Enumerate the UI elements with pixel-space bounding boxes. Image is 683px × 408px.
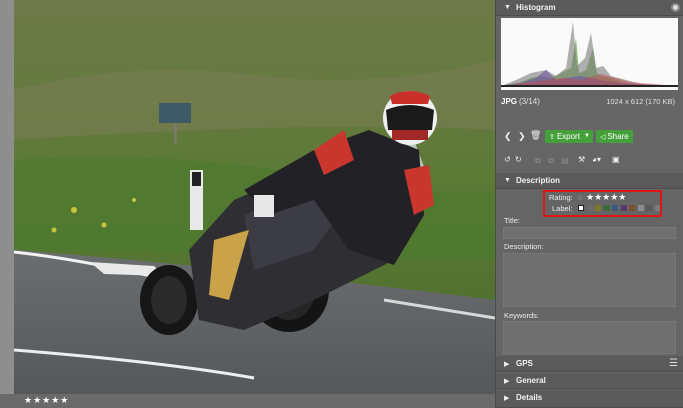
filmstrip-bar [0, 394, 495, 408]
keywords-field[interactable] [503, 321, 676, 354]
details-title: Details [516, 393, 543, 402]
tools-icon[interactable]: ⚒ [578, 155, 585, 165]
histogram-header[interactable]: ▼ Histogram [496, 0, 683, 16]
keywords-field-label: Keywords: [504, 311, 540, 320]
app-window: ★★★★★ ▼ Histogram JPG (3/14) 1024 x 612 … [0, 0, 683, 408]
export-icon: ⇪ [549, 134, 557, 141]
general-header[interactable]: ▶ General [496, 373, 683, 389]
description-title: Description [516, 176, 561, 185]
chevron-down-icon[interactable]: ▼ [584, 130, 590, 143]
gps-title: GPS [516, 359, 533, 368]
main-photo[interactable] [14, 0, 495, 394]
file-dimensions: 1024 x 612 (170 KB) [606, 97, 675, 106]
triangle-down-icon: ▼ [504, 4, 511, 11]
description-header[interactable]: ▼ Description [496, 173, 683, 189]
histogram-title: Histogram [516, 3, 556, 12]
description-field[interactable] [503, 253, 676, 307]
triangle-right-icon: ▶ [504, 378, 510, 385]
export-label: Export [556, 132, 580, 141]
histogram-settings-icon[interactable] [671, 3, 680, 12]
rotate-left-icon[interactable]: ↺ [504, 155, 511, 165]
clipboard-icon: ▤ [561, 156, 569, 165]
highlight-box [543, 190, 662, 217]
paste-icon: ⧉ [548, 156, 554, 165]
histogram-chart [501, 18, 678, 90]
trash-icon[interactable]: 🗑 [530, 130, 541, 140]
triangle-down-icon: ▼ [504, 177, 511, 184]
copy-icon: ⧉ [535, 156, 541, 165]
file-type: JPG [501, 97, 518, 106]
color-label-icon[interactable]: ◕▾ [592, 155, 601, 165]
export-button[interactable]: ⇪ Export ▼ [545, 130, 593, 143]
general-title: General [516, 376, 546, 385]
triangle-right-icon: ▶ [504, 395, 510, 402]
share-button[interactable]: ◁ Share [596, 130, 633, 143]
triangle-right-icon: ▶ [504, 361, 510, 368]
file-index: (3/14) [519, 97, 540, 106]
previous-icon[interactable]: ❮ [504, 131, 512, 141]
rotate-right-icon[interactable]: ↻ [515, 155, 522, 165]
photo-viewer: ★★★★★ [0, 0, 495, 408]
title-field-label: Title: [504, 216, 520, 225]
next-icon[interactable]: ❯ [518, 131, 526, 141]
share-label: Share [607, 132, 629, 141]
details-header[interactable]: ▶ Details [496, 390, 683, 408]
menu-icon[interactable]: ☰ [669, 358, 678, 369]
description-field-label: Description: [504, 242, 544, 251]
photo-rating-stars[interactable]: ★★★★★ [24, 395, 69, 406]
gps-header[interactable]: ▶ GPS ☰ [496, 356, 683, 372]
slideshow-icon[interactable]: ▣ [612, 155, 620, 165]
title-field[interactable] [503, 227, 676, 239]
